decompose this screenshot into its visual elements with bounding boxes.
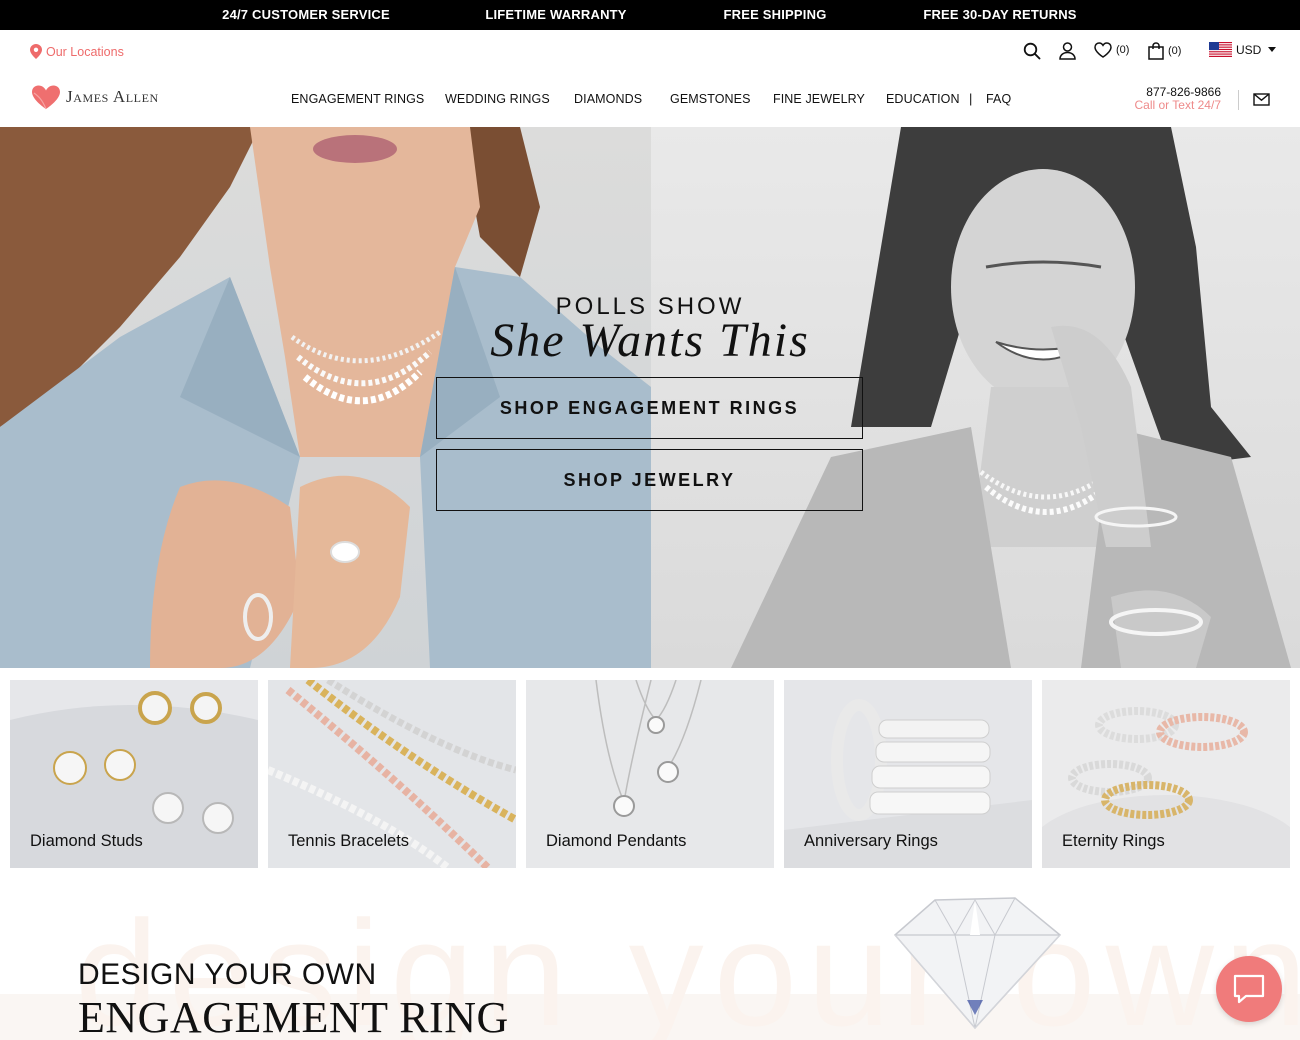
user-icon [1059,42,1076,60]
promo-lifetime-warranty: LIFETIME WARRANTY [485,7,627,22]
promo-customer-service: 24/7 CUSTOMER SERVICE [222,7,390,22]
logo-wordmark: James Allen [66,87,159,106]
category-label: Diamond Pendants [546,832,687,850]
utility-row: Our Locations (0) (0) USD [0,30,1300,76]
diamond-illustration [893,897,1062,1030]
wishlist-button[interactable]: (0) [1094,42,1129,58]
currency-selector[interactable]: USD [1209,42,1277,57]
category-tile-tennis-bracelets[interactable]: Tennis Bracelets [268,680,516,868]
chat-button[interactable] [1216,956,1282,1022]
promo-free-returns: FREE 30-DAY RETURNS [923,7,1077,22]
design-heading-line2: ENGAGEMENT RING [78,993,509,1040]
nav-fine-jewelry[interactable]: FINE JEWELRY [773,92,865,106]
chat-bubble-icon [1233,974,1265,1004]
us-flag-icon [1209,42,1232,57]
bag-icon [1148,42,1164,60]
search-icon [1023,42,1041,60]
hero-content: POLLS SHOW She Wants This SHOP ENGAGEMEN… [0,127,1300,668]
nav-gemstones[interactable]: GEMSTONES [670,92,751,106]
header-divider [1238,90,1239,110]
hero-banner: POLLS SHOW She Wants This SHOP ENGAGEMEN… [0,127,1300,668]
contact-phone[interactable]: 877-826-9866 Call or Text 24/7 [1135,86,1222,112]
category-tile-anniversary-rings[interactable]: Anniversary Rings [784,680,1032,868]
promo-free-shipping: FREE SHIPPING [723,7,827,22]
shop-engagement-rings-button[interactable]: SHOP ENGAGEMENT RINGS [436,377,863,439]
promo-bar: 24/7 CUSTOMER SERVICE LIFETIME WARRANTY … [0,0,1300,30]
nav-diamonds[interactable]: DIAMONDS [574,92,642,106]
mail-icon [1253,93,1270,106]
wishlist-count: (0) [1116,44,1130,56]
main-header: James Allen ENGAGEMENT RINGS WEDDING RIN… [0,76,1300,127]
hero-headline: She Wants This [490,314,810,367]
category-label: Anniversary Rings [804,832,938,850]
chevron-down-icon [1268,47,1277,52]
account-button[interactable] [1059,42,1076,60]
design-your-own-section: design your own DESIGN YOUR OWN ENGAGEME… [0,878,1300,1040]
nav-separator: | [969,91,973,106]
cart-button[interactable]: (0) [1148,42,1181,60]
category-label: Diamond Studs [30,832,143,850]
our-locations-link[interactable]: Our Locations [30,44,124,59]
design-heading-line1: DESIGN YOUR OWN [78,958,377,991]
heart-icon [1094,42,1112,58]
location-pin-icon [30,44,42,59]
phone-subtext: Call or Text 24/7 [1134,98,1222,112]
search-button[interactable] [1023,42,1041,60]
email-button[interactable] [1253,93,1270,111]
heart-logo-icon [32,85,60,110]
nav-education[interactable]: EDUCATION [886,92,960,106]
category-label: Eternity Rings [1062,832,1165,850]
category-label: Tennis Bracelets [288,832,410,850]
category-tile-diamond-studs[interactable]: Diamond Studs [10,680,258,868]
shop-jewelry-button[interactable]: SHOP JEWELRY [436,449,863,511]
nav-engagement-rings[interactable]: ENGAGEMENT RINGS [291,92,424,106]
nav-faq[interactable]: FAQ [986,92,1011,106]
cart-count: (0) [1168,45,1182,57]
category-tile-diamond-pendants[interactable]: Diamond Pendants [526,680,774,868]
james-allen-logo[interactable]: James Allen [30,84,159,110]
our-locations-label: Our Locations [46,44,124,59]
category-tile-eternity-rings[interactable]: Eternity Rings [1042,680,1290,868]
currency-label: USD [1236,42,1262,57]
nav-wedding-rings[interactable]: WEDDING RINGS [445,92,550,106]
